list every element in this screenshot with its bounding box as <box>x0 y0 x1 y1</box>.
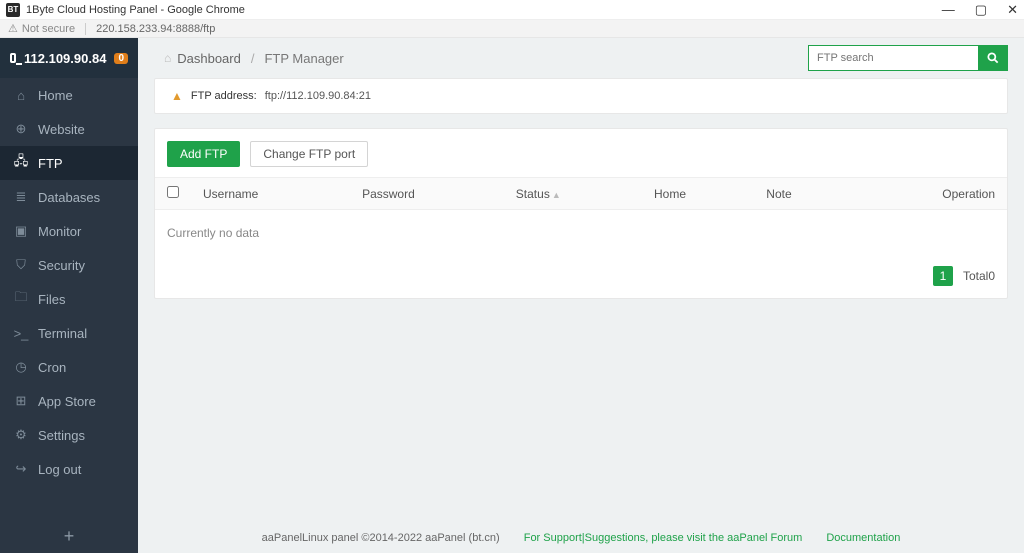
main-content: ⌂ Dashboard / FTP Manager ▲ FTP address:… <box>138 38 1024 553</box>
sidebar-item-appstore[interactable]: ⊞ App Store <box>0 384 138 418</box>
folder-icon: 🗀 <box>14 288 28 310</box>
total-label: Total0 <box>963 269 995 283</box>
ftp-table: Username Password Status▲ Home Note Oper… <box>155 177 1007 256</box>
change-ftp-port-button[interactable]: Change FTP port <box>250 141 368 167</box>
footer-copyright: aaPanelLinux panel ©2014-2022 aaPanel (b… <box>262 532 500 544</box>
sidebar-menu: ⌂Home ⊕Website 🖧FTP ≣Databases ▣Monitor … <box>0 78 138 519</box>
col-password[interactable]: Password <box>350 178 504 210</box>
sidebar: 112.109.90.84 0 ⌂ Home ⊕ Website 🖧 FTP ≣ Dat… <box>0 38 138 553</box>
breadcrumb-separator: / <box>251 51 255 66</box>
empty-row: Currently no data <box>155 210 1007 257</box>
breadcrumb: ⌂ Dashboard / FTP Manager <box>164 51 344 66</box>
footer-docs-link[interactable]: Documentation <box>826 532 900 544</box>
sidebar-item-label: Log out <box>38 462 81 477</box>
ftp-table-panel: Add FTP Change FTP port Username Passwor… <box>154 128 1008 299</box>
terminal-icon: >_ <box>14 326 28 341</box>
monitor-square-icon: ▣ <box>14 223 28 239</box>
warning-icon: ▲ <box>171 89 183 103</box>
footer: aaPanelLinux panel ©2014-2022 aaPanel (b… <box>138 523 1024 553</box>
col-username[interactable]: Username <box>191 178 350 210</box>
col-note[interactable]: Note <box>754 178 853 210</box>
sidebar-item-label: Monitor <box>38 224 81 239</box>
sidebar-item-settings[interactable]: ⚙ Settings <box>0 418 138 452</box>
home-icon: ⌂ <box>14 88 28 103</box>
col-home[interactable]: Home <box>642 178 754 210</box>
search-icon <box>986 51 1000 65</box>
sidebar-item-logout[interactable]: ↪ Log out <box>0 452 138 486</box>
sidebar-item-label: Home <box>38 88 73 103</box>
window-minimize-button[interactable]: — <box>942 2 955 18</box>
add-ftp-button[interactable]: Add FTP <box>167 141 240 167</box>
clock-icon: ◷ <box>14 359 28 375</box>
search-box <box>808 45 1008 71</box>
ftp-address-label: FTP address: <box>191 90 257 102</box>
sidebar-header[interactable]: 112.109.90.84 0 <box>0 38 138 78</box>
notification-badge[interactable]: 0 <box>114 53 128 64</box>
sidebar-item-label: Website <box>38 122 85 137</box>
window-maximize-button[interactable]: ▢ <box>975 2 987 18</box>
window-title-bar: BT 1Byte Cloud Hosting Panel - Google Ch… <box>0 0 1024 20</box>
sidebar-item-security[interactable]: ⛉ Security <box>0 248 138 282</box>
page-number[interactable]: 1 <box>933 266 953 286</box>
breadcrumb-current: FTP Manager <box>264 51 343 66</box>
host-ip: 112.109.90.84 <box>24 51 106 66</box>
logout-icon: ↪ <box>14 461 28 477</box>
database-icon: ≣ <box>14 189 28 205</box>
sidebar-item-label: Databases <box>38 190 100 205</box>
ftp-address-value: ftp://112.109.90.84:21 <box>265 90 371 102</box>
sidebar-item-label: Security <box>38 258 85 273</box>
sidebar-item-label: Terminal <box>38 326 87 341</box>
col-status[interactable]: Status▲ <box>504 178 642 210</box>
breadcrumb-root[interactable]: Dashboard <box>177 51 241 66</box>
sidebar-item-label: Cron <box>38 360 66 375</box>
footer-support-link[interactable]: For Support|Suggestions, please visit th… <box>524 532 803 544</box>
sidebar-item-label: FTP <box>38 156 63 171</box>
sidebar-item-monitor[interactable]: ▣ Monitor <box>0 214 138 248</box>
grid-icon: ⊞ <box>14 393 28 409</box>
not-secure-indicator[interactable]: ⚠ Not secure <box>8 22 75 35</box>
sidebar-item-files[interactable]: 🗀 Files <box>0 282 138 316</box>
sidebar-item-label: Files <box>38 292 65 307</box>
sidebar-item-label: App Store <box>38 394 96 409</box>
url-text[interactable]: 220.158.233.94:8888/ftp <box>96 23 215 35</box>
col-operation: Operation <box>853 178 1007 210</box>
sidebar-item-label: Settings <box>38 428 85 443</box>
pagination: 1 Total0 <box>155 256 1007 286</box>
sidebar-item-home[interactable]: ⌂ Home <box>0 78 138 112</box>
sort-asc-icon: ▲ <box>552 190 561 200</box>
not-secure-label: Not secure <box>22 23 75 35</box>
monitor-icon <box>10 53 16 63</box>
gear-icon: ⚙ <box>14 427 28 443</box>
sidebar-item-ftp[interactable]: 🖧 FTP <box>0 146 138 180</box>
header-row: ⌂ Dashboard / FTP Manager <box>138 38 1024 78</box>
sidebar-item-website[interactable]: ⊕ Website <box>0 112 138 146</box>
sidebar-item-cron[interactable]: ◷ Cron <box>0 350 138 384</box>
sidebar-add-button[interactable]: + <box>0 519 138 553</box>
window-title: 1Byte Cloud Hosting Panel - Google Chrom… <box>26 4 245 16</box>
window-close-button[interactable]: ✕ <box>1007 2 1018 18</box>
divider <box>85 23 86 35</box>
select-all-checkbox[interactable] <box>167 186 179 198</box>
col-status-label: Status <box>516 187 550 201</box>
ftp-icon: 🖧 <box>14 152 28 174</box>
browser-address-bar: ⚠ Not secure 220.158.233.94:8888/ftp <box>0 20 1024 38</box>
search-button[interactable] <box>978 45 1008 71</box>
ftp-address-panel: ▲ FTP address: ftp://112.109.90.84:21 <box>154 78 1008 114</box>
shield-icon: ⛉ <box>14 257 28 273</box>
home-icon: ⌂ <box>164 51 171 65</box>
warning-icon: ⚠ <box>8 22 18 35</box>
window-favicon: BT <box>6 3 20 17</box>
globe-icon: ⊕ <box>14 121 28 137</box>
sidebar-item-databases[interactable]: ≣ Databases <box>0 180 138 214</box>
sidebar-item-terminal[interactable]: >_ Terminal <box>0 316 138 350</box>
search-input[interactable] <box>808 45 978 71</box>
